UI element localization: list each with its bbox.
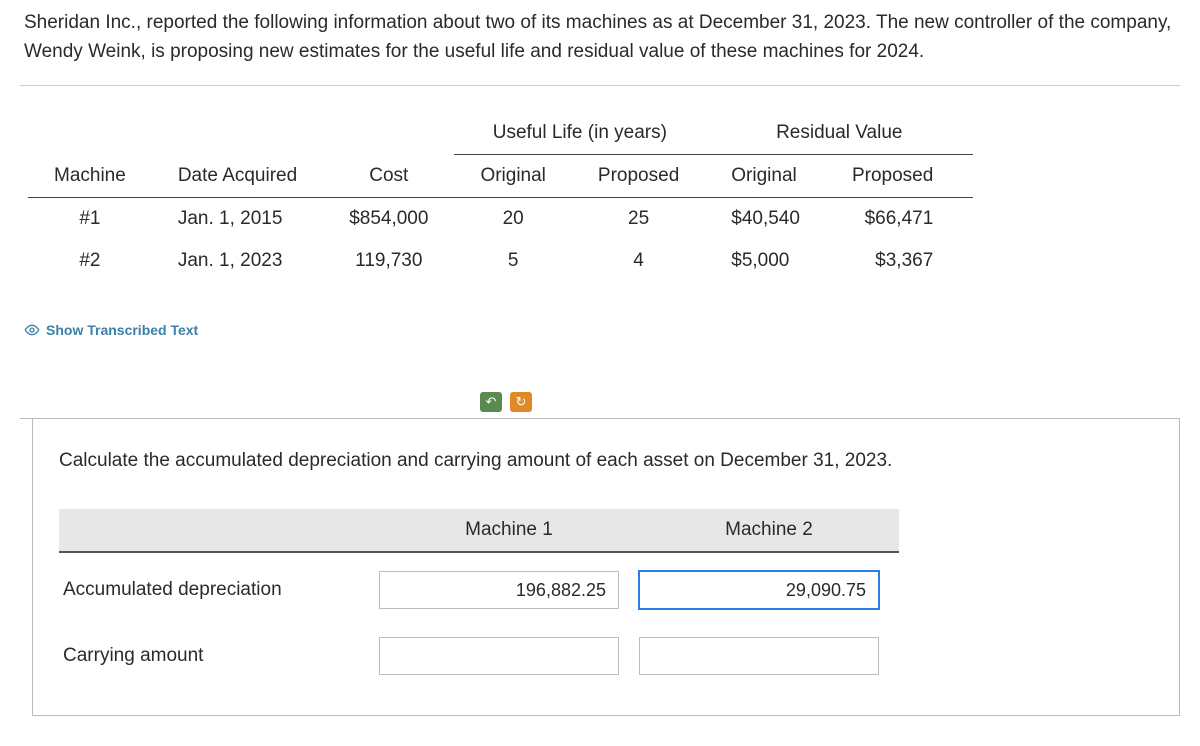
undo-icon: ↶ [486, 394, 497, 410]
row-accumulated-depreciation: Accumulated depreciation [59, 552, 899, 619]
col-date-acquired: Date Acquired [152, 154, 323, 197]
answer-card: Calculate the accumulated depreciation a… [32, 419, 1180, 717]
cell-rv-original: $40,540 [705, 197, 826, 240]
col-ul-proposed: Proposed [572, 154, 705, 197]
refresh-button[interactable]: ↻ [510, 392, 532, 412]
row-carrying-amount: Carrying amount [59, 619, 899, 685]
col-ul-original: Original [454, 154, 571, 197]
group-residual-value: Residual Value [705, 112, 973, 155]
row-label-carry: Carrying amount [59, 619, 379, 685]
cell-rv-proposed: $3,367 [826, 240, 973, 282]
input-carry-m2[interactable] [639, 637, 879, 675]
cell-ul-proposed: 4 [572, 240, 705, 282]
refresh-icon: ↻ [516, 394, 527, 410]
problem-intro: Sheridan Inc., reported the following in… [20, 8, 1180, 86]
answer-prompt: Calculate the accumulated depreciation a… [59, 447, 1153, 476]
answer-table: Machine 1 Machine 2 Accumulated deprecia… [59, 509, 899, 685]
cell-ul-original: 20 [454, 197, 571, 240]
col-machine: Machine [28, 154, 152, 197]
cell-cost: 119,730 [323, 240, 454, 282]
undo-button[interactable]: ↶ [480, 392, 502, 412]
cell-ul-original: 5 [454, 240, 571, 282]
cell-machine: #1 [28, 197, 152, 240]
show-transcribed-label: Show Transcribed Text [46, 322, 198, 338]
eye-icon [24, 322, 40, 338]
input-accdep-m2[interactable] [639, 571, 879, 609]
col-cost: Cost [323, 154, 454, 197]
input-accdep-m1[interactable] [379, 571, 619, 609]
cell-cost: $854,000 [323, 197, 454, 240]
row-label-accdep: Accumulated depreciation [59, 552, 379, 619]
col-machine-1: Machine 1 [379, 509, 639, 552]
cell-machine: #2 [28, 240, 152, 282]
col-rv-proposed: Proposed [826, 154, 973, 197]
col-machine-2: Machine 2 [639, 509, 899, 552]
table-row: #1 Jan. 1, 2015 $854,000 20 25 $40,540 $… [28, 197, 973, 240]
cell-rv-proposed: $66,471 [826, 197, 973, 240]
cell-ul-proposed: 25 [572, 197, 705, 240]
input-carry-m1[interactable] [379, 637, 619, 675]
blank-header [59, 509, 379, 552]
cell-date-acquired: Jan. 1, 2015 [152, 197, 323, 240]
table-row: #2 Jan. 1, 2023 119,730 5 4 $5,000 $3,36… [28, 240, 973, 282]
col-rv-original: Original [705, 154, 826, 197]
group-useful-life: Useful Life (in years) [454, 112, 705, 155]
machines-table: Useful Life (in years) Residual Value Ma… [28, 112, 973, 282]
show-transcribed-button[interactable]: Show Transcribed Text [24, 322, 198, 338]
cell-rv-original: $5,000 [705, 240, 826, 282]
cell-date-acquired: Jan. 1, 2023 [152, 240, 323, 282]
